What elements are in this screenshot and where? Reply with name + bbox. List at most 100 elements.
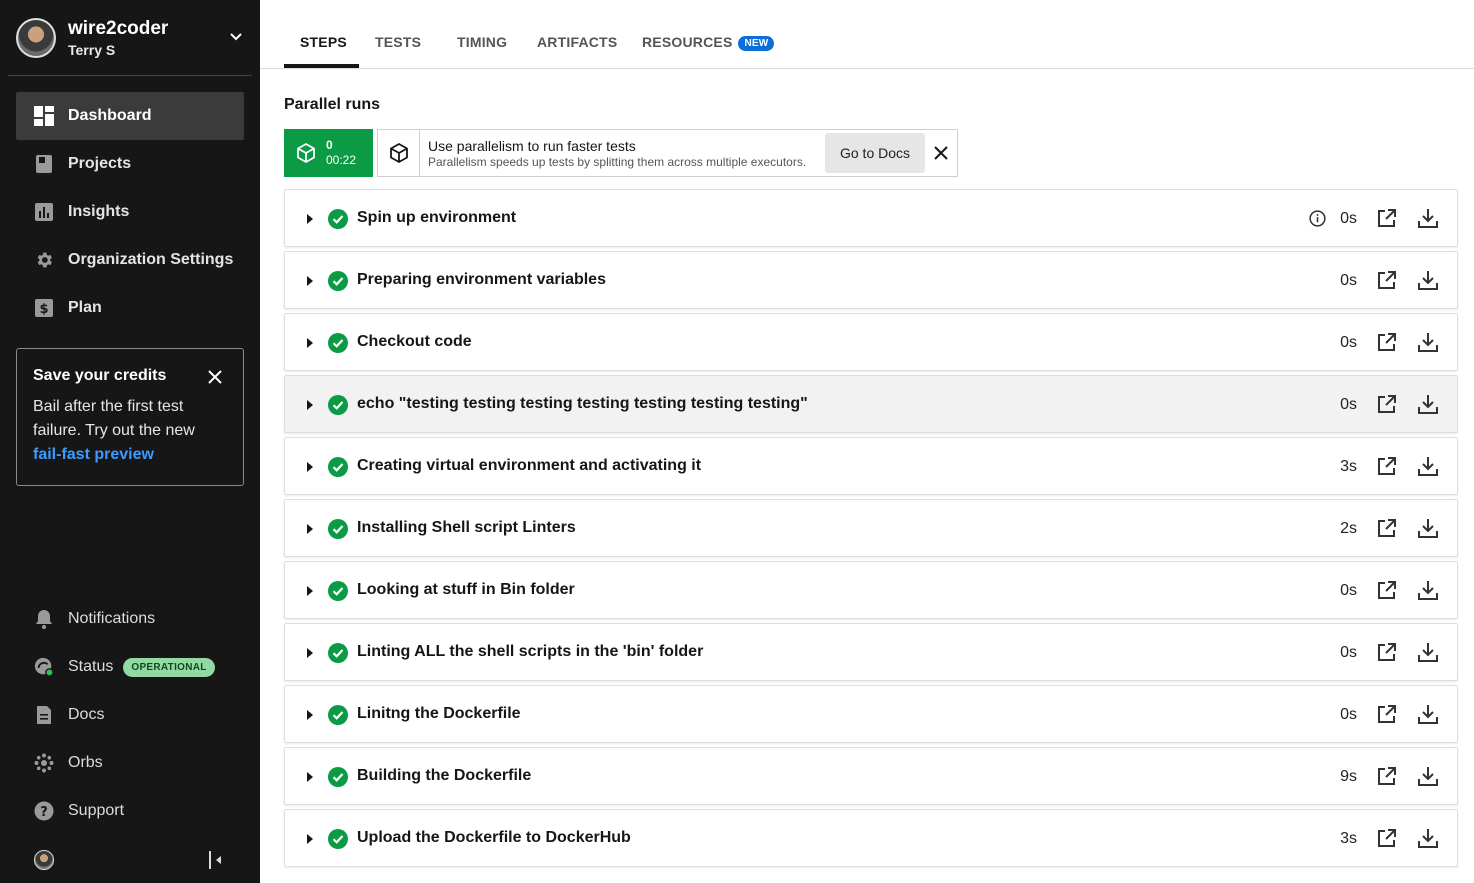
download-icon[interactable] xyxy=(1417,641,1439,663)
nav-label: Dashboard xyxy=(68,107,152,124)
download-icon[interactable] xyxy=(1417,269,1439,291)
caret-right-icon[interactable] xyxy=(307,462,313,472)
step-row[interactable]: Looking at stuff in Bin folder 0s xyxy=(284,561,1458,619)
check-circle-icon xyxy=(328,581,348,601)
caret-right-icon[interactable] xyxy=(307,834,313,844)
step-row[interactable]: Building the Dockerfile 9s xyxy=(284,747,1458,805)
caret-right-icon[interactable] xyxy=(307,710,313,720)
user-name: Terry S xyxy=(68,41,116,58)
svg-text:$: $ xyxy=(39,302,48,317)
step-row[interactable]: Creating virtual environment and activat… xyxy=(284,437,1458,495)
status-badge: OPERATIONAL xyxy=(123,657,215,677)
step-row[interactable]: Linting ALL the shell scripts in the 'bi… xyxy=(284,623,1458,681)
cube-icon xyxy=(297,143,315,163)
nav-item-organization-settings[interactable]: Organization Settings xyxy=(16,236,244,284)
insights-icon xyxy=(34,202,54,222)
download-icon[interactable] xyxy=(1417,703,1439,725)
open-external-icon[interactable] xyxy=(1377,642,1397,662)
nav-item-dashboard[interactable]: Dashboard xyxy=(16,92,244,140)
step-row[interactable]: Installing Shell script Linters 2s xyxy=(284,499,1458,557)
open-external-icon[interactable] xyxy=(1377,332,1397,352)
step-name: Building the Dockerfile xyxy=(357,767,532,784)
run-time: 00:22 xyxy=(326,153,357,167)
step-row[interactable]: Spin up environment 0s xyxy=(284,189,1458,247)
open-external-icon[interactable] xyxy=(1377,580,1397,600)
nav-item-status[interactable]: Status OPERATIONAL xyxy=(16,643,244,691)
chevron-down-icon[interactable] xyxy=(228,28,244,44)
go-to-docs-button[interactable]: Go to Docs xyxy=(825,133,925,173)
active-tab-indicator xyxy=(284,64,359,68)
nav-item-support[interactable]: ? Support xyxy=(16,787,244,835)
open-external-icon[interactable] xyxy=(1377,270,1397,290)
step-name: Creating virtual environment and activat… xyxy=(357,457,702,474)
download-icon[interactable] xyxy=(1417,331,1439,353)
nav-item-projects[interactable]: Projects xyxy=(16,140,244,188)
download-icon[interactable] xyxy=(1417,827,1439,849)
open-external-icon[interactable] xyxy=(1377,518,1397,538)
parallelism-banner: Use parallelism to run faster tests Para… xyxy=(377,129,958,177)
caret-right-icon[interactable] xyxy=(307,524,313,534)
download-icon[interactable] xyxy=(1417,579,1439,601)
check-circle-icon xyxy=(328,209,348,229)
tab-artifacts[interactable]: ARTIFACTS xyxy=(537,34,617,50)
org-switcher[interactable]: wire2coder Terry S xyxy=(8,0,252,76)
close-icon[interactable] xyxy=(207,369,223,385)
caret-right-icon[interactable] xyxy=(307,586,313,596)
open-external-icon[interactable] xyxy=(1377,208,1397,228)
caret-right-icon[interactable] xyxy=(307,276,313,286)
open-external-icon[interactable] xyxy=(1377,766,1397,786)
step-name: Linting ALL the shell scripts in the 'bi… xyxy=(357,643,704,660)
open-external-icon[interactable] xyxy=(1377,456,1397,476)
download-icon[interactable] xyxy=(1417,765,1439,787)
nav-label: Notifications xyxy=(68,610,156,627)
caret-right-icon[interactable] xyxy=(307,338,313,348)
nav-item-notifications[interactable]: Notifications xyxy=(16,595,244,643)
step-row[interactable]: Upload the Dockerfile to DockerHub 3s xyxy=(284,809,1458,867)
step-name: Looking at stuff in Bin folder xyxy=(357,581,575,598)
parallel-run-0[interactable]: 0 00:22 xyxy=(284,129,373,177)
step-duration: 0s xyxy=(1340,644,1357,661)
step-duration: 0s xyxy=(1340,272,1357,289)
caret-right-icon[interactable] xyxy=(307,648,313,658)
open-external-icon[interactable] xyxy=(1377,828,1397,848)
nav-item-docs[interactable]: Docs xyxy=(16,691,244,739)
tab-timing[interactable]: TIMING xyxy=(457,34,507,50)
tab-resources[interactable]: RESOURCES NEW xyxy=(642,34,775,51)
run-index: 0 xyxy=(326,138,333,152)
close-icon[interactable] xyxy=(933,145,949,161)
open-external-icon[interactable] xyxy=(1377,704,1397,724)
download-icon[interactable] xyxy=(1417,517,1439,539)
open-external-icon[interactable] xyxy=(1377,394,1397,414)
nav-item-orbs[interactable]: Orbs xyxy=(16,739,244,787)
step-duration: 0s xyxy=(1340,334,1357,351)
bell-icon xyxy=(34,609,54,629)
check-circle-icon xyxy=(328,457,348,477)
nav-label: Support xyxy=(68,802,125,819)
download-icon[interactable] xyxy=(1417,207,1439,229)
tab-tests[interactable]: TESTS xyxy=(375,34,421,50)
nav-item-insights[interactable]: Insights xyxy=(16,188,244,236)
step-name: Spin up environment xyxy=(357,209,517,226)
nav-item-plan[interactable]: $ Plan xyxy=(16,284,244,332)
sidebar-footer xyxy=(0,840,260,880)
step-duration: 2s xyxy=(1340,520,1357,537)
collapse-sidebar-icon[interactable] xyxy=(206,850,224,870)
step-duration: 3s xyxy=(1340,830,1357,847)
tab-steps[interactable]: STEPS xyxy=(300,34,347,50)
user-avatar[interactable] xyxy=(34,850,54,870)
download-icon[interactable] xyxy=(1417,455,1439,477)
caret-right-icon[interactable] xyxy=(307,400,313,410)
step-row[interactable]: Checkout code 0s xyxy=(284,313,1458,371)
step-duration: 0s xyxy=(1340,706,1357,723)
caret-right-icon[interactable] xyxy=(307,772,313,782)
info-icon[interactable] xyxy=(1309,210,1326,227)
step-row[interactable]: Linitng the Dockerfile 0s xyxy=(284,685,1458,743)
caret-right-icon[interactable] xyxy=(307,214,313,224)
fail-fast-link[interactable]: fail-fast preview xyxy=(33,446,154,463)
download-icon[interactable] xyxy=(1417,393,1439,415)
nav-label: Projects xyxy=(68,155,132,172)
dashboard-icon xyxy=(34,106,54,126)
step-row[interactable]: Preparing environment variables 0s xyxy=(284,251,1458,309)
check-circle-icon xyxy=(328,395,348,415)
step-row[interactable]: echo "testing testing testing testing te… xyxy=(284,375,1458,433)
